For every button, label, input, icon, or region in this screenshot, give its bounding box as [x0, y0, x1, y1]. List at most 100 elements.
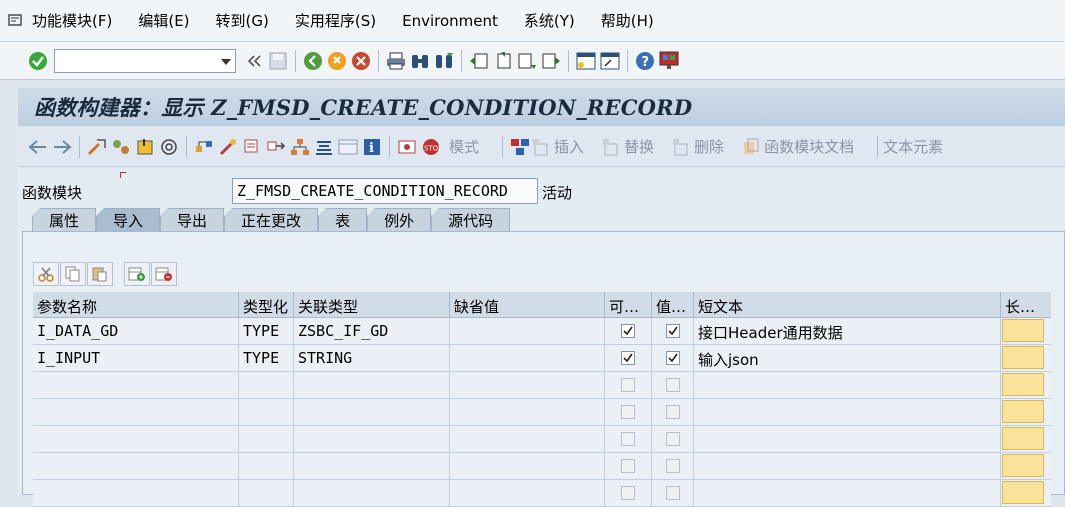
cell-short-text[interactable]: 输入json	[694, 345, 1001, 371]
cell-typing[interactable]	[239, 453, 294, 479]
next-page-icon[interactable]	[517, 51, 537, 71]
column-header-parameter-name[interactable]: 参数名称	[33, 292, 239, 317]
layout-icon[interactable]	[659, 51, 679, 71]
pretty-printer-icon[interactable]	[242, 137, 262, 157]
long-text-button[interactable]	[1002, 427, 1044, 450]
pass-value-checkbox[interactable]	[665, 486, 680, 500]
cell-typing[interactable]	[239, 426, 294, 452]
first-page-icon[interactable]	[469, 51, 489, 71]
tab-tables[interactable]: 表	[318, 208, 368, 231]
optional-checkbox[interactable]	[621, 486, 635, 500]
pattern-icon[interactable]	[218, 137, 238, 157]
stack-icon[interactable]	[314, 137, 334, 157]
delete-row-icon[interactable]	[151, 262, 177, 286]
cell-parameter-name[interactable]	[33, 426, 239, 452]
cell-default-value[interactable]	[450, 372, 605, 398]
test-icon[interactable]	[397, 137, 417, 157]
cell-short-text[interactable]	[694, 426, 1001, 452]
cell-default-value[interactable]	[450, 453, 605, 479]
cell-default-value[interactable]	[450, 480, 605, 506]
chevron-down-icon[interactable]	[221, 58, 231, 65]
function-module-name-field[interactable]: Z_FMSD_CREATE_CONDITION_RECORD	[232, 178, 538, 204]
optional-checkbox[interactable]	[621, 432, 635, 446]
navigate-icon[interactable]	[266, 137, 286, 157]
where-used-icon[interactable]	[194, 137, 214, 157]
pass-value-checkbox[interactable]	[665, 351, 680, 365]
cell-typing[interactable]: TYPE	[239, 318, 294, 344]
cell-associated-type[interactable]	[294, 426, 450, 452]
cell-default-value[interactable]	[450, 399, 605, 425]
cell-parameter-name[interactable]: I_DATA_GD	[33, 318, 239, 344]
hierarchy-colored-icon[interactable]	[510, 137, 530, 157]
cell-default-value[interactable]	[450, 426, 605, 452]
tab-attributes[interactable]: 属性	[32, 208, 97, 231]
pass-value-checkbox[interactable]	[665, 432, 680, 446]
column-header-typing[interactable]: 类型化	[239, 292, 294, 317]
column-header-associated-type[interactable]: 关联类型	[294, 292, 450, 317]
fm-documentation-button[interactable]: 函数模块文档	[742, 136, 854, 157]
cell-short-text[interactable]	[694, 372, 1001, 398]
menu-system[interactable]: 系统(Y)	[524, 10, 575, 31]
other-object-icon[interactable]	[111, 137, 131, 157]
tab-import[interactable]: 导入	[96, 208, 161, 231]
new-session-icon[interactable]	[576, 51, 596, 71]
cell-associated-type[interactable]: STRING	[294, 345, 450, 371]
cell-default-value[interactable]	[450, 318, 605, 344]
back-arrow-icon[interactable]	[28, 137, 48, 157]
back-icon[interactable]	[303, 51, 323, 71]
long-text-button[interactable]	[1002, 346, 1044, 369]
column-header-long-text[interactable]: 长…	[1001, 292, 1051, 317]
check-icon[interactable]	[135, 137, 155, 157]
long-text-button[interactable]	[1002, 481, 1044, 504]
back-arrows-icon[interactable]	[244, 51, 264, 71]
cell-short-text[interactable]	[694, 480, 1001, 506]
tab-export[interactable]: 导出	[160, 208, 225, 231]
cell-parameter-name[interactable]	[33, 453, 239, 479]
debug-stop-icon[interactable]: STOP	[421, 137, 441, 157]
cancel-icon[interactable]	[351, 51, 371, 71]
exit-icon[interactable]	[327, 51, 347, 71]
find-next-icon[interactable]	[434, 51, 454, 71]
replace-button[interactable]: 替换	[602, 136, 654, 157]
cell-associated-type[interactable]	[294, 480, 450, 506]
column-header-pass-value[interactable]: 值…	[652, 292, 694, 317]
optional-checkbox[interactable]	[621, 459, 635, 473]
menu-utilities[interactable]: 实用程序(S)	[295, 10, 376, 31]
insert-button[interactable]: 插入	[532, 136, 584, 157]
long-text-button[interactable]	[1002, 400, 1044, 423]
menu-environment[interactable]: Environment	[402, 12, 498, 30]
optional-checkbox[interactable]	[621, 378, 635, 392]
long-text-button[interactable]	[1002, 319, 1044, 342]
cell-short-text[interactable]	[694, 453, 1001, 479]
cell-default-value[interactable]	[450, 345, 605, 371]
activate-icon[interactable]	[159, 137, 179, 157]
long-text-button[interactable]	[1002, 373, 1044, 396]
cell-short-text[interactable]: 接口Header通用数据	[694, 318, 1001, 344]
text-elements-button[interactable]: 文本元素	[883, 136, 943, 157]
cell-typing[interactable]	[239, 372, 294, 398]
menu-help[interactable]: 帮助(H)	[601, 10, 654, 31]
mode-button[interactable]: 模式	[449, 136, 479, 157]
cell-parameter-name[interactable]	[33, 372, 239, 398]
copy-icon[interactable]	[60, 262, 86, 286]
cell-typing[interactable]: TYPE	[239, 345, 294, 371]
info-icon[interactable]: i	[362, 137, 382, 157]
ok-icon[interactable]	[28, 51, 48, 71]
cell-associated-type[interactable]	[294, 453, 450, 479]
optional-checkbox[interactable]	[621, 324, 635, 338]
help-icon[interactable]: ?	[635, 51, 655, 71]
cell-short-text[interactable]	[694, 399, 1001, 425]
pass-value-checkbox[interactable]	[665, 405, 680, 419]
menu-toggle-icon[interactable]	[0, 0, 32, 42]
paste-icon[interactable]	[87, 262, 113, 286]
tab-exceptions[interactable]: 例外	[367, 208, 432, 231]
optional-checkbox[interactable]	[621, 351, 635, 365]
cut-icon[interactable]	[33, 262, 59, 286]
find-icon[interactable]	[410, 51, 430, 71]
cell-parameter-name[interactable]: I_INPUT	[33, 345, 239, 371]
cell-parameter-name[interactable]	[33, 399, 239, 425]
menu-edit[interactable]: 编辑(E)	[138, 10, 189, 31]
cell-associated-type[interactable]	[294, 372, 450, 398]
display-change-icon[interactable]	[87, 137, 107, 157]
menu-function-module[interactable]: 功能模块(F)	[32, 10, 112, 31]
